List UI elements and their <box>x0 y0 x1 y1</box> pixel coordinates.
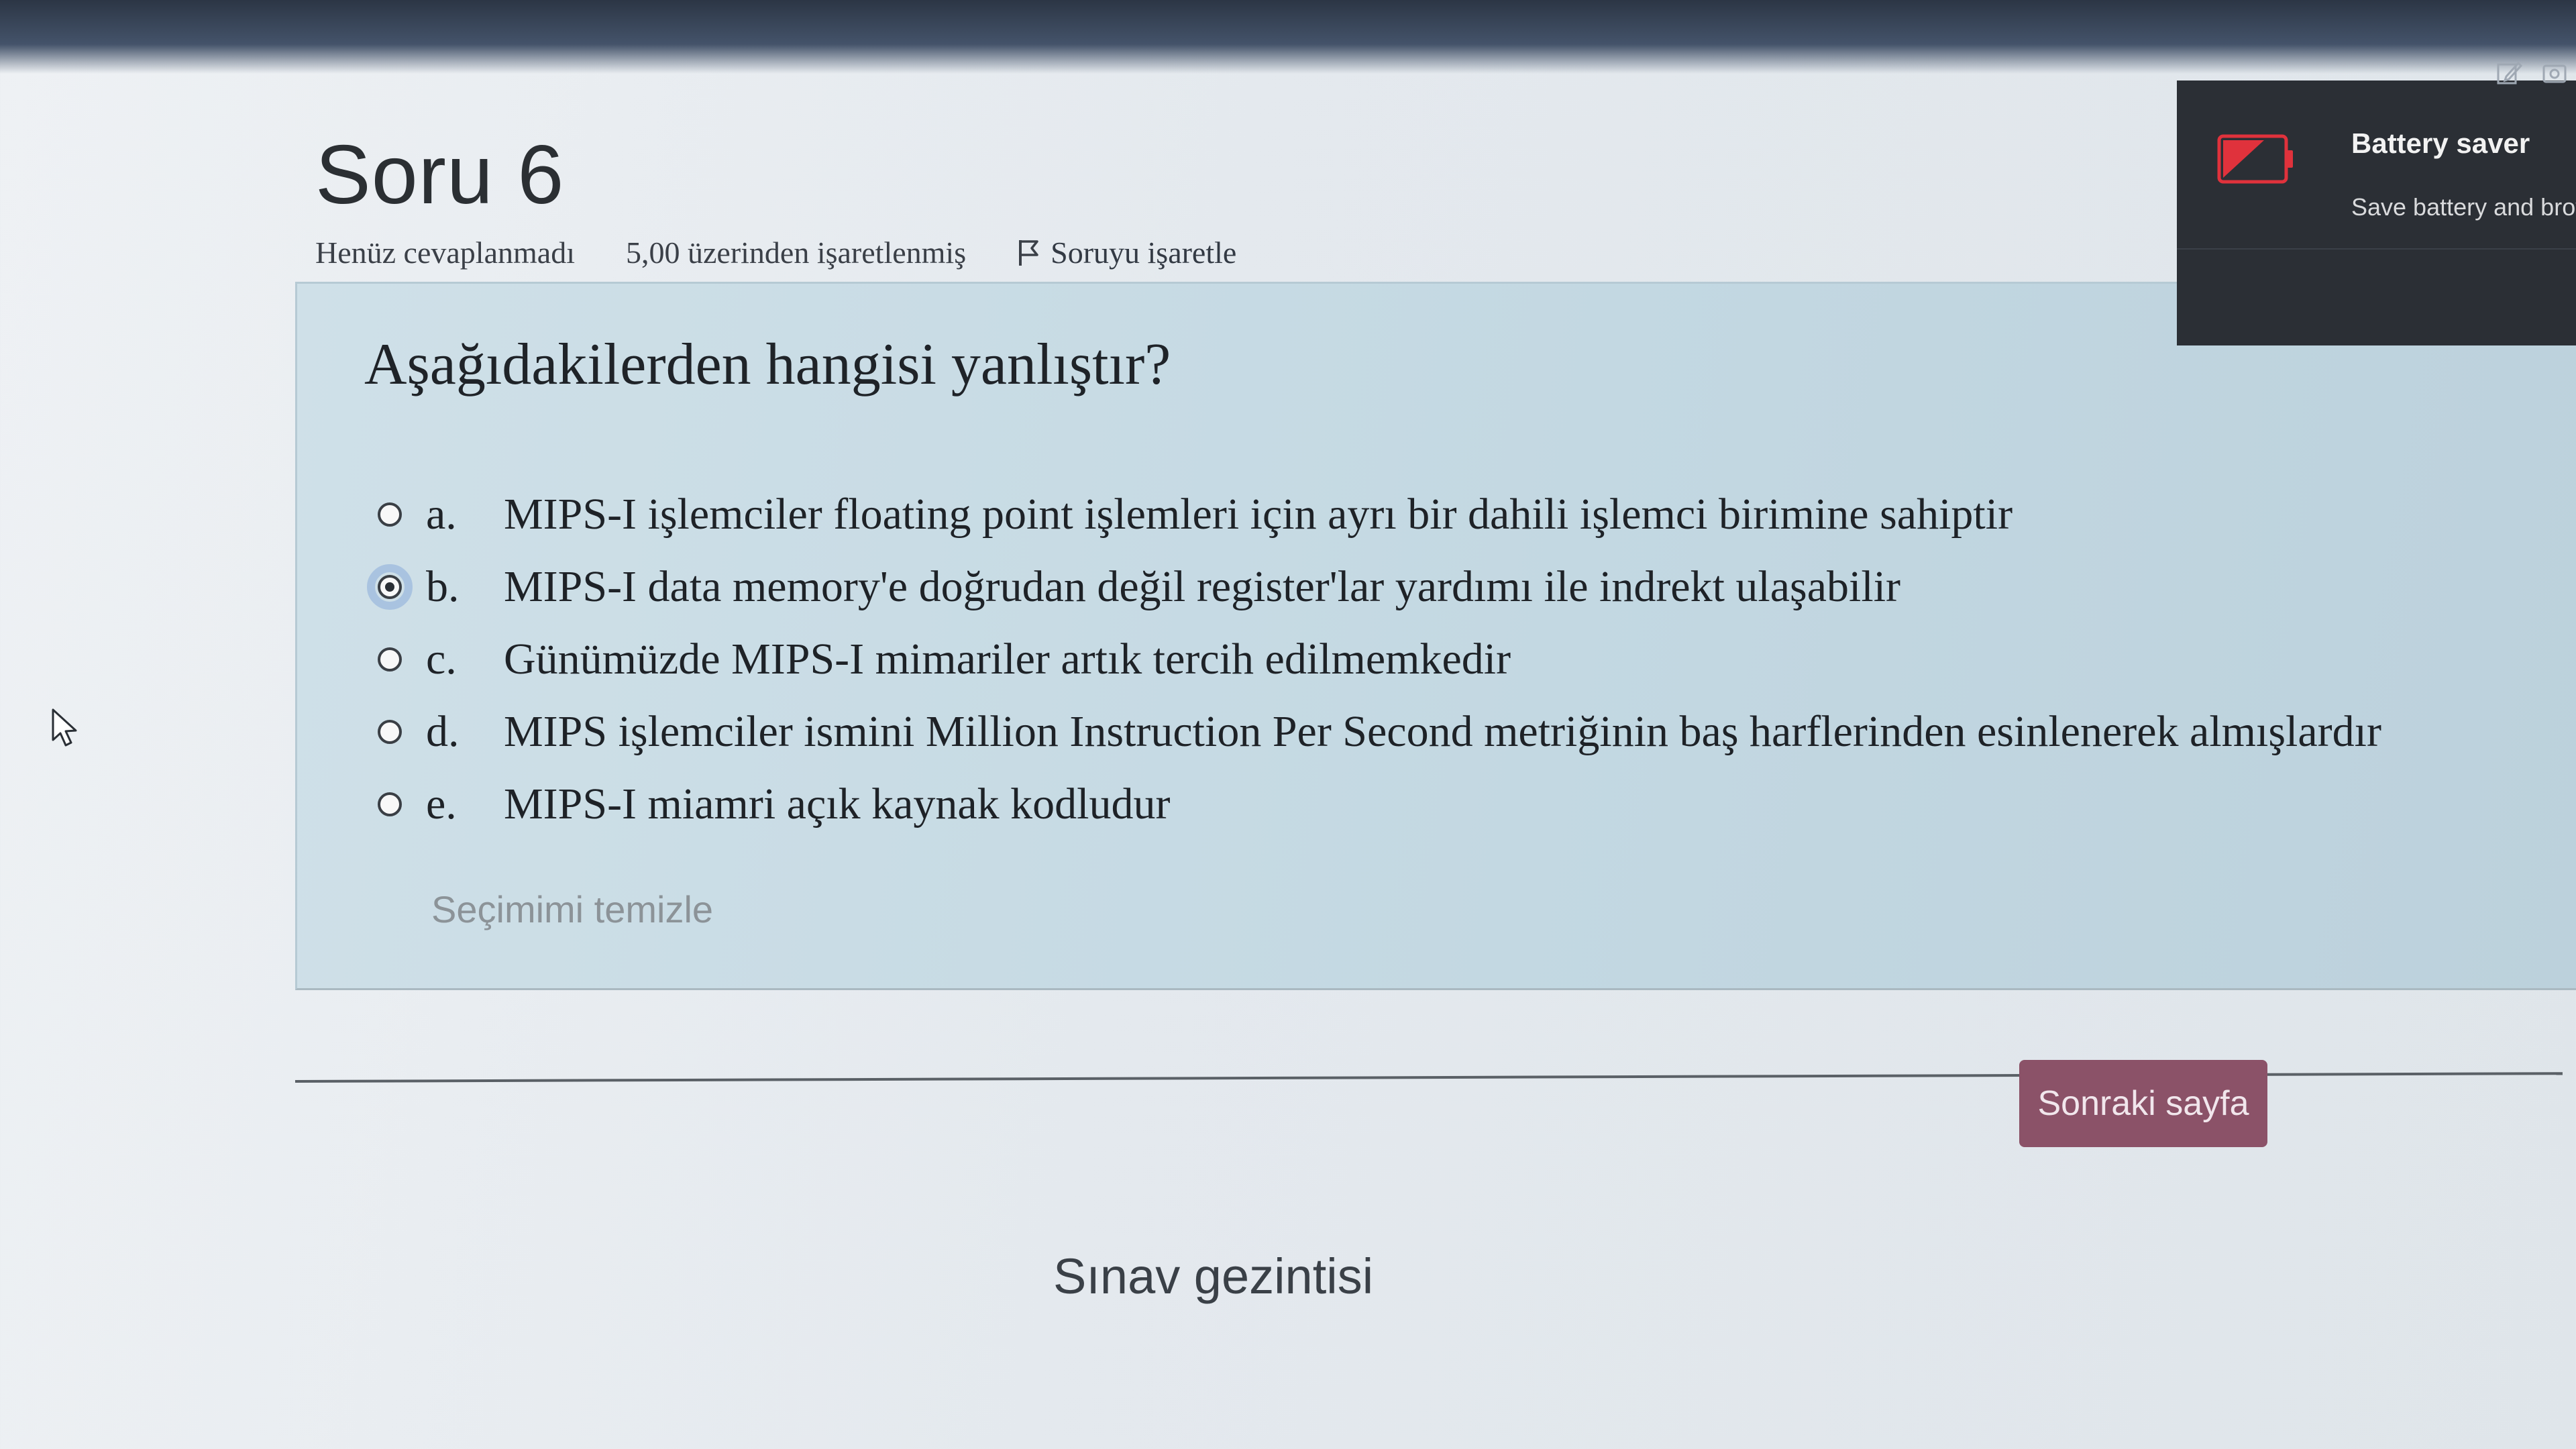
answer-text: MIPS-I data memory'e doğrudan değil regi… <box>504 562 1901 611</box>
answer-radio-c[interactable] <box>378 647 402 672</box>
battery-low-icon <box>2217 134 2295 184</box>
battery-popup-text: Save battery and brov <box>2351 193 2576 221</box>
answer-option-a[interactable]: a. MIPS-I işlemciler floating point işle… <box>378 478 2381 551</box>
answer-option-c[interactable]: c. Günümüzde MIPS-I mimariler artık terc… <box>378 623 2381 696</box>
flag-question-label: Soruyu işaretle <box>1051 235 1237 270</box>
question-status: Henüz cevaplanmadı <box>315 235 575 270</box>
answer-letter: d. <box>426 707 460 756</box>
screenshot-icon[interactable] <box>2541 59 2568 86</box>
question-grade: 5,00 üzerinden işaretlenmiş <box>625 235 967 270</box>
question-box: Aşağıdakilerden hangisi yanlıştır? a. MI… <box>295 282 2576 990</box>
answer-radio-b-selected[interactable] <box>367 564 413 610</box>
answer-radio-d[interactable] <box>378 720 402 744</box>
mouse-cursor-icon <box>51 708 82 749</box>
question-text: Aşağıdakilerden hangisi yanlıştır? <box>364 332 1171 397</box>
battery-popup-title: Battery saver <box>2351 127 2530 159</box>
answer-option-b[interactable]: b. MIPS-I data memory'e doğrudan değil r… <box>367 551 2381 623</box>
answer-text: MIPS-I işlemciler floating point işlemle… <box>504 490 2013 539</box>
flag-icon <box>1017 239 1040 267</box>
clear-choice-link[interactable]: Seçimimi temizle <box>431 888 713 931</box>
answer-list: a. MIPS-I işlemciler floating point işle… <box>367 478 2381 841</box>
answer-letter: a. <box>426 490 457 539</box>
answer-option-d[interactable]: d. MIPS işlemciler ismini Million Instru… <box>378 696 2381 768</box>
browser-top-strip <box>0 0 2576 74</box>
answer-option-e[interactable]: e. MIPS-I miamri açık kaynak kodludur <box>378 768 2381 841</box>
answer-radio-e[interactable] <box>378 792 402 816</box>
answer-text: MIPS-I miamri açık kaynak kodludur <box>504 780 1171 828</box>
question-number-title: Soru 6 <box>315 129 565 221</box>
answer-letter: b. <box>426 562 460 611</box>
browser-toolbar-icons <box>2496 59 2568 86</box>
answer-radio-a[interactable] <box>378 502 402 527</box>
answer-text: Günümüzde MIPS-I mimariler artık tercih … <box>504 635 1511 684</box>
next-page-button[interactable]: Sonraki sayfa <box>2019 1060 2267 1147</box>
answer-letter: e. <box>426 780 457 828</box>
battery-saver-popup[interactable]: Battery saver Save battery and brov <box>2177 80 2576 345</box>
question-info: Henüz cevaplanmadı 5,00 üzerinden işaret… <box>315 235 1236 270</box>
flag-question-link[interactable]: Soruyu işaretle <box>1017 235 1236 270</box>
edit-icon[interactable] <box>2496 59 2522 86</box>
popup-separator <box>2177 248 2576 250</box>
answer-text: MIPS işlemciler ismini Million Instructi… <box>504 707 2381 756</box>
answer-letter: c. <box>426 635 457 684</box>
exam-navigation-heading: Sınav gezintisi <box>1053 1248 1374 1304</box>
